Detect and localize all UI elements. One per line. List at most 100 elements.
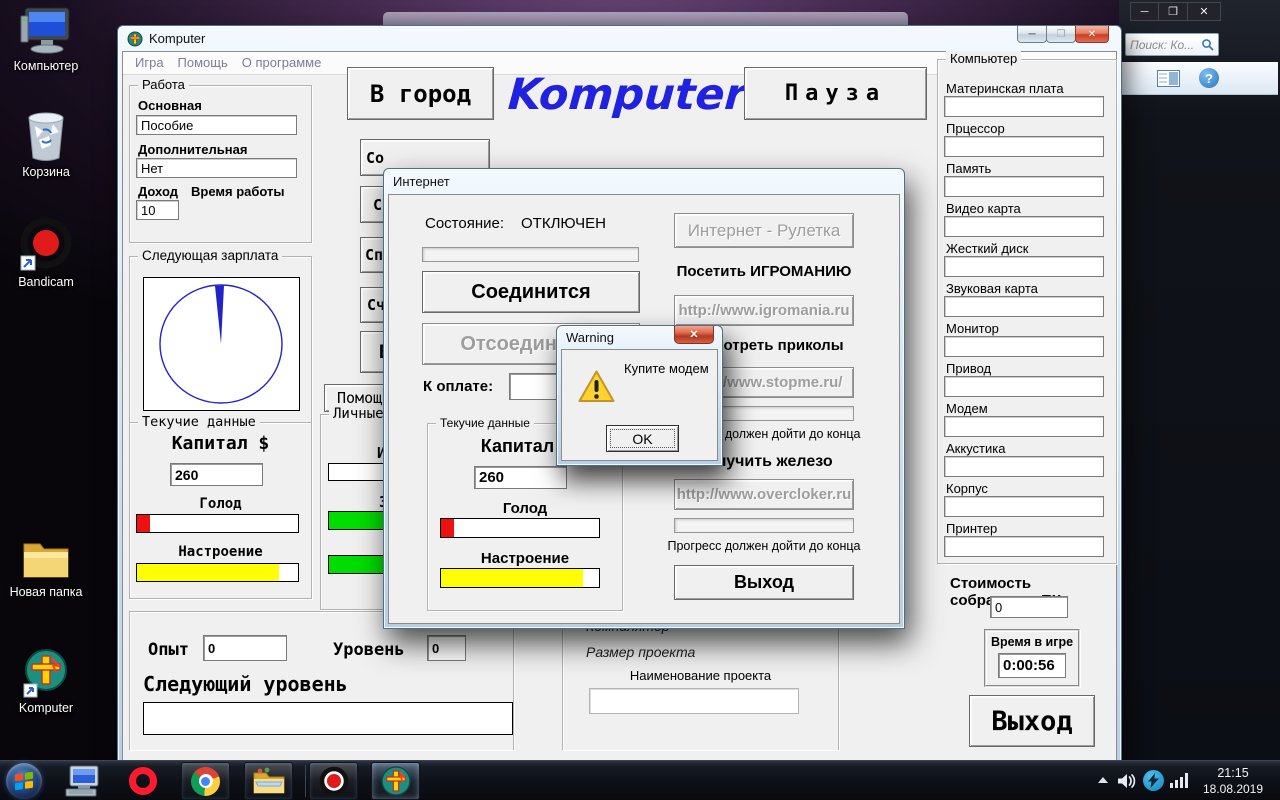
igromania-button[interactable]: http://www.igromania.ru (674, 295, 854, 326)
component-input-monitor[interactable] (944, 336, 1104, 357)
tray-app-icon[interactable] (1143, 770, 1164, 791)
taskbar-opera-icon[interactable] (118, 762, 167, 800)
internet-dialog-title: Интернет (393, 174, 450, 189)
close-button[interactable]: ✕ (1075, 26, 1109, 43)
app-icon (127, 31, 143, 47)
connect-button[interactable]: Соединится (422, 271, 640, 313)
desktop-icon-new-folder[interactable]: Новая папка (0, 534, 92, 599)
game-time-group: Время в игре (984, 629, 1080, 687)
main-caption-buttons: ─ ❐ ✕ (1018, 26, 1109, 43)
primary-job-input[interactable] (136, 115, 297, 135)
next-level-label: Следующий уровень (143, 672, 348, 696)
worktime-label: Время работы (191, 184, 285, 199)
exp-label: Опыт (148, 640, 189, 660)
start-button[interactable] (6, 763, 42, 799)
exp-input[interactable] (203, 635, 287, 661)
component-input-case[interactable] (944, 496, 1104, 517)
dialog-capital-input[interactable] (474, 466, 567, 489)
game-logo: Komputer (505, 70, 748, 120)
desktop-icon-computer[interactable]: Компьютер (0, 6, 92, 73)
ok-button[interactable]: OK (606, 425, 679, 452)
component-input-soundcard[interactable] (944, 296, 1104, 317)
work-group: Работа Основная Дополнительная Доход Вре… (129, 85, 312, 243)
desktop-icon-recycle-bin[interactable]: Корзина (0, 110, 92, 179)
component-input-memory[interactable] (944, 176, 1104, 197)
roulette-button[interactable]: Интернет - Рулетка (674, 213, 854, 248)
explorer-search-box[interactable]: Поиск: Ко... (1125, 33, 1219, 56)
taskbar-chrome-icon[interactable] (181, 762, 230, 800)
desktop-icon-bandicam[interactable]: Bandicam (0, 218, 92, 289)
internet-dialog-titlebar[interactable]: Интернет (384, 169, 904, 194)
volume-icon[interactable] (1117, 772, 1137, 790)
component-input-drive[interactable] (944, 376, 1104, 397)
bandicam-icon (319, 766, 349, 796)
layout-view-icon[interactable] (1157, 70, 1180, 87)
next-level-field[interactable] (143, 702, 513, 735)
work-group-title: Работа (138, 77, 189, 93)
computer-group: Компьютер Материнская плата Прцессор Пам… (937, 59, 1117, 564)
menu-help[interactable]: Помощь (171, 52, 235, 74)
desktop-icon-label: Komputer (0, 701, 92, 715)
current-data-title: Текучие данные (138, 414, 260, 430)
experience-panel: Опыт Уровень Следующий уровень (129, 611, 514, 750)
dialog-exit-button[interactable]: Выход (674, 565, 854, 600)
tray-expand-icon[interactable] (1098, 777, 1108, 783)
connection-progressbar (422, 247, 639, 262)
main-exit-button[interactable]: Выход (969, 695, 1095, 747)
pc-cost-input[interactable] (990, 596, 1068, 618)
personal-group-title: Личные (329, 406, 388, 422)
component-input-hdd[interactable] (944, 256, 1104, 277)
city-button[interactable]: В город (347, 67, 494, 120)
component-input-acoustics[interactable] (944, 456, 1104, 477)
level-label: Уровень (333, 640, 405, 660)
help-icon[interactable]: ? (1199, 68, 1219, 88)
game-time-input[interactable] (998, 653, 1066, 678)
warning-icon (578, 370, 615, 403)
secondary-job-input[interactable] (136, 158, 297, 178)
taskbar-komputer-icon[interactable] (371, 762, 420, 800)
capital-input[interactable] (170, 463, 263, 486)
project-name-input[interactable] (589, 688, 799, 714)
component-input-modem[interactable] (944, 416, 1104, 437)
warning-dialog-title: Warning (566, 330, 614, 345)
taskbar-computer-icon[interactable] (58, 762, 107, 800)
component-input-motherboard[interactable] (944, 96, 1104, 117)
component-input-printer[interactable] (944, 536, 1104, 557)
hardware-button[interactable]: http://www.overcloker.ru (674, 479, 854, 510)
minimize-button[interactable]: ─ (1017, 26, 1047, 43)
komputer-game-icon (380, 765, 412, 797)
main-window-titlebar[interactable]: Komputer (118, 26, 1121, 51)
folder-icon (252, 767, 286, 795)
salary-group: Следующая зарплата (129, 256, 312, 426)
taskbar-bandicam-icon[interactable] (309, 762, 358, 800)
close-button[interactable]: ✕ (1188, 2, 1221, 21)
component-input-videocard[interactable] (944, 216, 1104, 237)
salary-pie-chart (143, 277, 300, 411)
status-value: ОТКЛЮЧЕН (521, 215, 606, 232)
menu-about[interactable]: О программе (235, 52, 329, 74)
level-input[interactable] (427, 635, 466, 661)
taskbar: 21:15 18.08.2019 (0, 760, 1280, 800)
hunger-bar (136, 514, 299, 533)
network-icon[interactable] (1170, 773, 1188, 788)
igromania-label: Посетить ИГРОМАНИЮ (674, 263, 854, 280)
component-label: Модем (946, 401, 988, 416)
component-label: Аккустика (946, 441, 1005, 456)
close-icon[interactable]: ✕ (674, 326, 714, 344)
computer-group-title: Компьютер (946, 51, 1021, 67)
pause-button[interactable]: Пауза (744, 67, 927, 120)
secondary-job-label: Дополнительная (138, 142, 247, 157)
income-input[interactable] (136, 200, 179, 220)
component-input-cpu[interactable] (944, 136, 1104, 157)
desktop-icon-komputer[interactable]: Komputer (0, 648, 92, 715)
taskbar-explorer-icon[interactable] (244, 762, 293, 800)
tray-clock[interactable]: 21:15 18.08.2019 (1192, 765, 1274, 797)
maximize-button[interactable]: ❐ (1046, 26, 1076, 43)
minimize-button[interactable]: ─ (1130, 2, 1159, 21)
background-window: ─ ❐ ✕ Поиск: Ко... ? (1119, 0, 1280, 760)
menu-game[interactable]: Игра (128, 52, 171, 74)
component-label: Прцессор (946, 121, 1005, 136)
desktop: Компьютер Корзина Bandicam Новая папка (0, 0, 1280, 800)
maximize-button[interactable]: ❐ (1159, 2, 1188, 21)
component-label: Жесткий диск (946, 241, 1028, 256)
